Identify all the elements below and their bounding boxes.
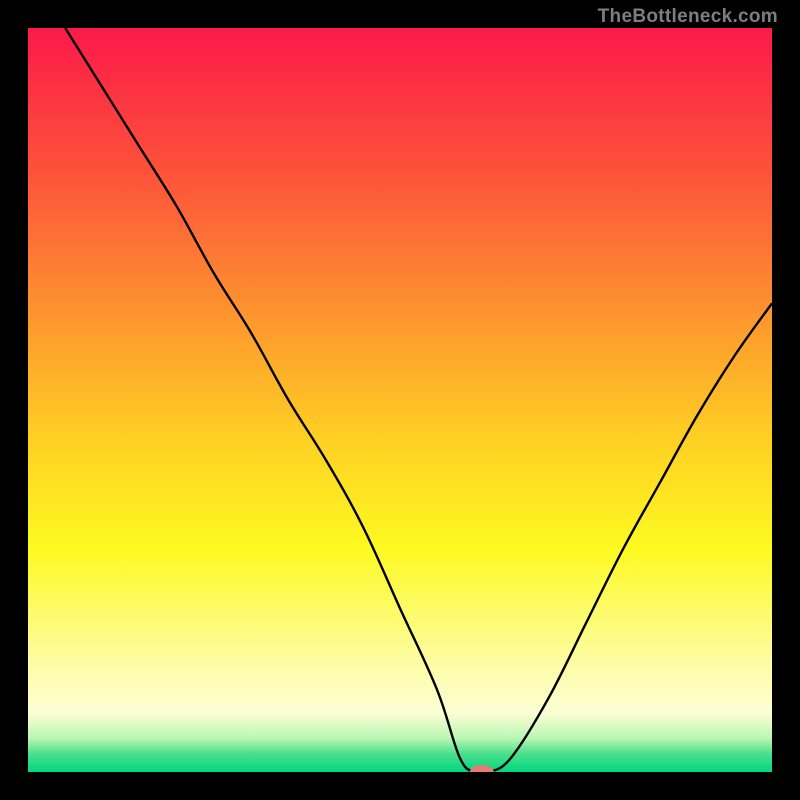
- plot-area: [28, 28, 772, 772]
- watermark-text: TheBottleneck.com: [598, 6, 778, 28]
- chart-background: [28, 28, 772, 772]
- chart-svg: [28, 28, 772, 772]
- chart-container: TheBottleneck.com: [0, 0, 800, 800]
